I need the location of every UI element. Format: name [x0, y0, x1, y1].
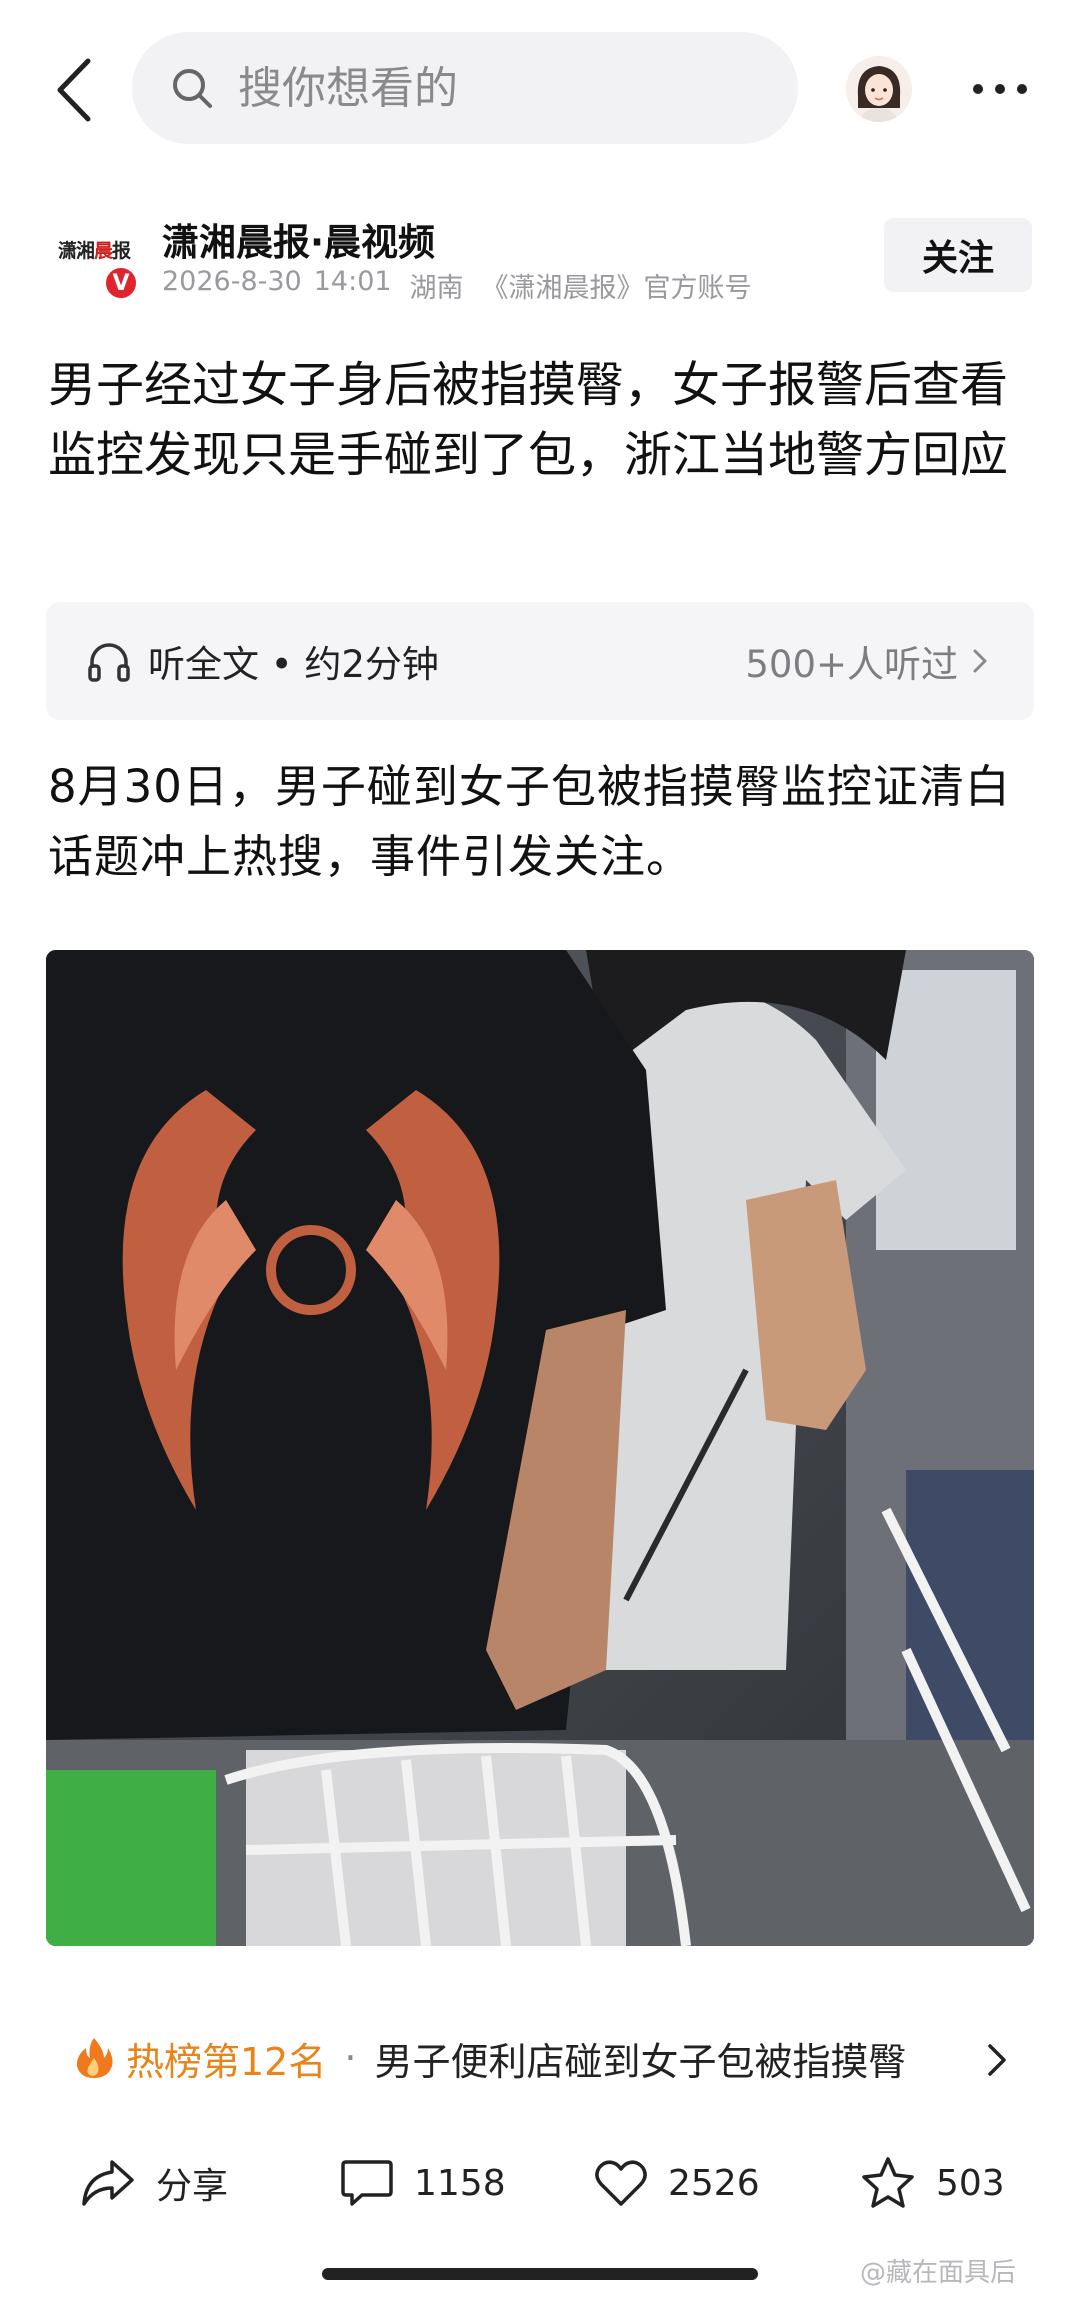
avatar-illustration	[846, 56, 912, 122]
verified-badge: V	[104, 266, 138, 300]
article-body: 8月30日，男子碰到女子包被指摸臀监控证清白话题冲上热搜，事件引发关注。	[48, 760, 1011, 883]
avatar[interactable]	[846, 56, 912, 122]
share-icon	[82, 2160, 134, 2206]
listen-label: 听全文 • 约2分钟	[148, 643, 439, 686]
hot-rank-label: 热榜第12名	[126, 2039, 327, 2084]
chevron-left-icon	[57, 58, 91, 122]
favorite-count: 503	[936, 2162, 1005, 2204]
favorite-button[interactable]: 503	[860, 2142, 1005, 2224]
top-bar	[0, 0, 1080, 180]
author-name[interactable]: 潇湘晨报·晨视频	[162, 212, 435, 266]
chevron-right-icon	[988, 2044, 1006, 2076]
publish-time: 14:01	[313, 266, 392, 297]
listen-count-text: 500+人听过	[745, 643, 958, 686]
search-bar[interactable]	[132, 32, 798, 144]
more-dot-icon	[995, 84, 1005, 94]
hot-rank-banner[interactable]: 热榜第12名 · 男子便利店碰到女子包被指摸臀	[46, 2022, 1034, 2094]
author-meta: 2026-8-30 14:01 湖南 《潇湘晨报》官方账号	[162, 266, 752, 305]
search-input[interactable]	[238, 62, 778, 114]
surveillance-photo	[46, 950, 1034, 1946]
headphone-icon	[88, 643, 130, 682]
chevron-right-icon	[973, 649, 987, 673]
comment-button[interactable]: 1158	[340, 2142, 506, 2224]
like-count: 2526	[668, 2162, 760, 2204]
publish-location: 湖南	[409, 273, 464, 304]
article-title: 男子经过女子身后被指摸臀，女子报警后查看监控发现只是手碰到了包，浙江当地警方回应	[48, 357, 1009, 483]
more-dot-icon	[1017, 84, 1027, 94]
more-dot-icon	[973, 84, 983, 94]
publish-date: 2026-8-30	[162, 266, 302, 297]
heart-icon	[595, 2160, 647, 2206]
star-icon	[862, 2157, 914, 2208]
action-bar: 分享 1158 2526 503	[0, 2142, 1080, 2224]
article-image[interactable]	[46, 950, 1034, 1946]
watermark: @藏在面具后	[860, 2258, 1017, 2288]
account-type: 《潇湘晨报》官方账号	[481, 273, 752, 304]
hot-rank-topic: 男子便利店碰到女子包被指摸臀	[374, 2039, 907, 2084]
flame-icon	[76, 2038, 113, 2078]
like-button[interactable]: 2526	[594, 2142, 760, 2224]
share-button[interactable]: 分享	[80, 2142, 228, 2224]
more-options-button[interactable]	[960, 64, 1040, 114]
back-button[interactable]	[44, 50, 104, 130]
hot-rank-separator: ·	[344, 2036, 357, 2080]
comment-count: 1158	[414, 2162, 506, 2204]
author-logo-text: 潇湘晨报	[57, 239, 131, 262]
listen-full-text-bar[interactable]: 听全文 • 约2分钟 500+人听过	[46, 602, 1034, 720]
follow-button[interactable]: 关注	[884, 218, 1032, 292]
comment-icon	[341, 2160, 393, 2206]
listen-count: 500+人听过	[745, 634, 988, 688]
share-label: 分享	[156, 2166, 229, 2207]
author-row: 潇湘晨报 V 潇湘晨报·晨视频 2026-8-30 14:01 湖南 《潇湘晨报…	[0, 200, 1080, 310]
home-indicator[interactable]	[322, 2268, 758, 2280]
search-icon	[170, 65, 216, 111]
